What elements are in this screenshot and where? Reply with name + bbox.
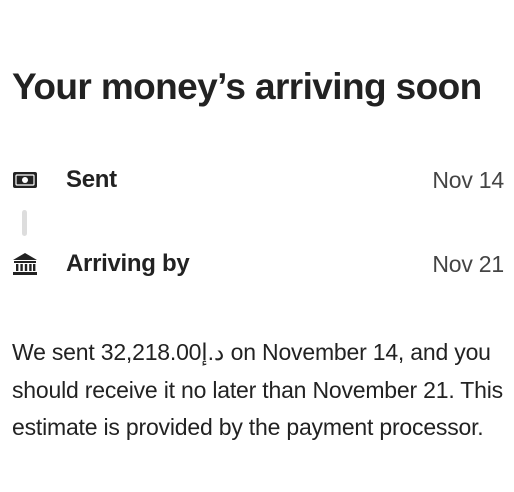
timeline-row-arriving: Arriving by Nov 21: [12, 244, 504, 284]
money-icon: [12, 166, 40, 194]
timeline-row-sent: Sent Nov 14: [12, 160, 504, 200]
sent-label: Sent: [66, 166, 117, 193]
sent-date: Nov 14: [432, 166, 504, 193]
payout-description: We sent 32,218.00د.إ on November 14, and…: [12, 339, 503, 440]
page-title: Your money’s arriving soon: [12, 66, 482, 107]
arriving-label: Arriving by: [66, 250, 190, 277]
payout-status-page: Your money’s arriving soon Sent Nov 14 A…: [12, 0, 508, 492]
arriving-date: Nov 21: [432, 250, 504, 277]
payout-timeline: Sent Nov 14 Arriving by Nov 21: [12, 160, 504, 290]
bank-icon: [12, 250, 40, 278]
timeline-connector: [22, 210, 27, 236]
